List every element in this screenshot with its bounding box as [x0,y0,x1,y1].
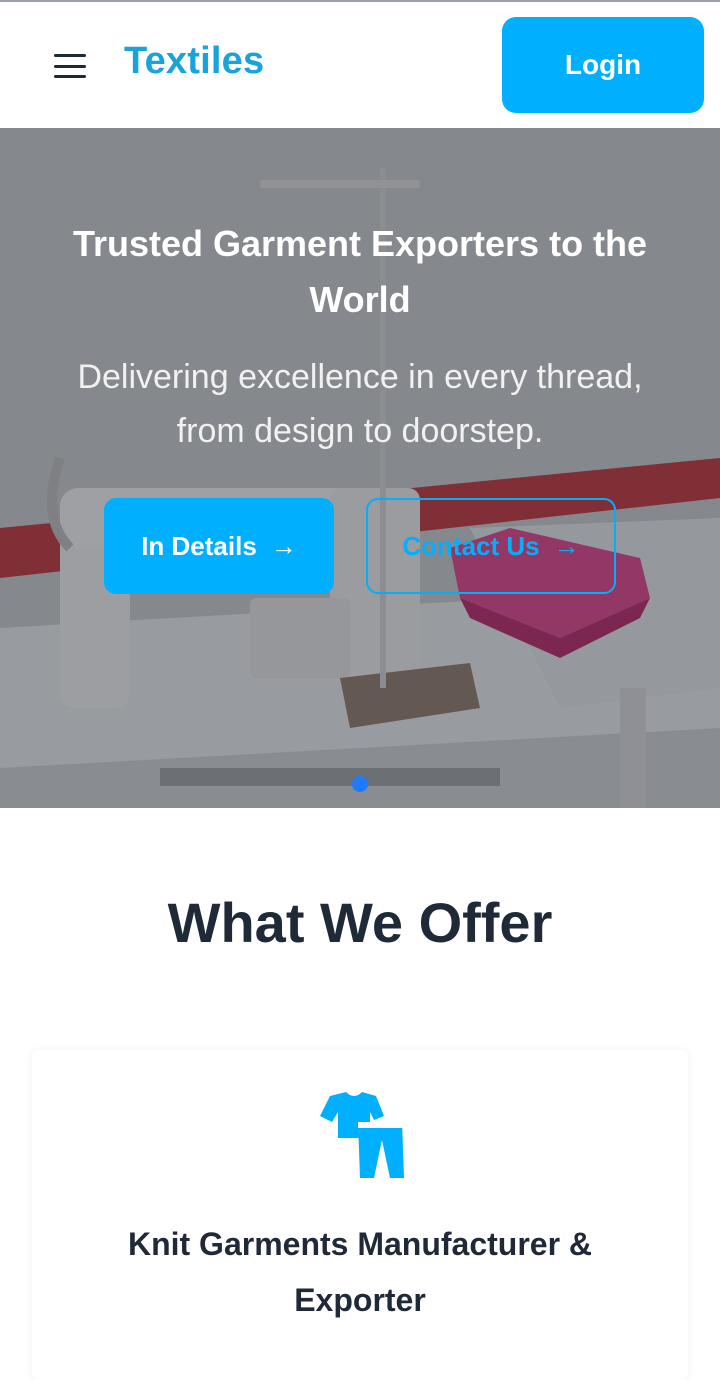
arrow-right-icon: → [553,531,580,561]
login-button[interactable]: Login [502,17,704,113]
arrow-right-icon: → [270,531,297,561]
clothes-icon [320,1092,404,1178]
contact-us-button[interactable]: Contact Us → [366,498,616,594]
contact-us-label: Contact Us [402,530,540,561]
offer-card[interactable]: Knit Garments Manufacturer & Exporter [32,1050,688,1380]
site-header: Textiles Login [0,2,720,128]
carousel-indicator-dot[interactable] [352,776,368,792]
offer-card-title: Knit Garments Manufacturer & Exporter [127,1226,593,1318]
hero-subtitle: Delivering excellence in every thread, f… [77,358,643,450]
brand-logo-text[interactable]: Textiles [124,40,264,83]
hamburger-menu-icon[interactable] [52,52,88,80]
hero-banner: Trusted Garment Exporters to the World D… [0,128,720,808]
in-details-label: In Details [141,530,257,561]
section-heading-what-we-offer: What We Offer [167,891,553,954]
hero-title: Trusted Garment Exporters to the World [72,223,648,320]
in-details-button[interactable]: In Details → [104,498,334,594]
